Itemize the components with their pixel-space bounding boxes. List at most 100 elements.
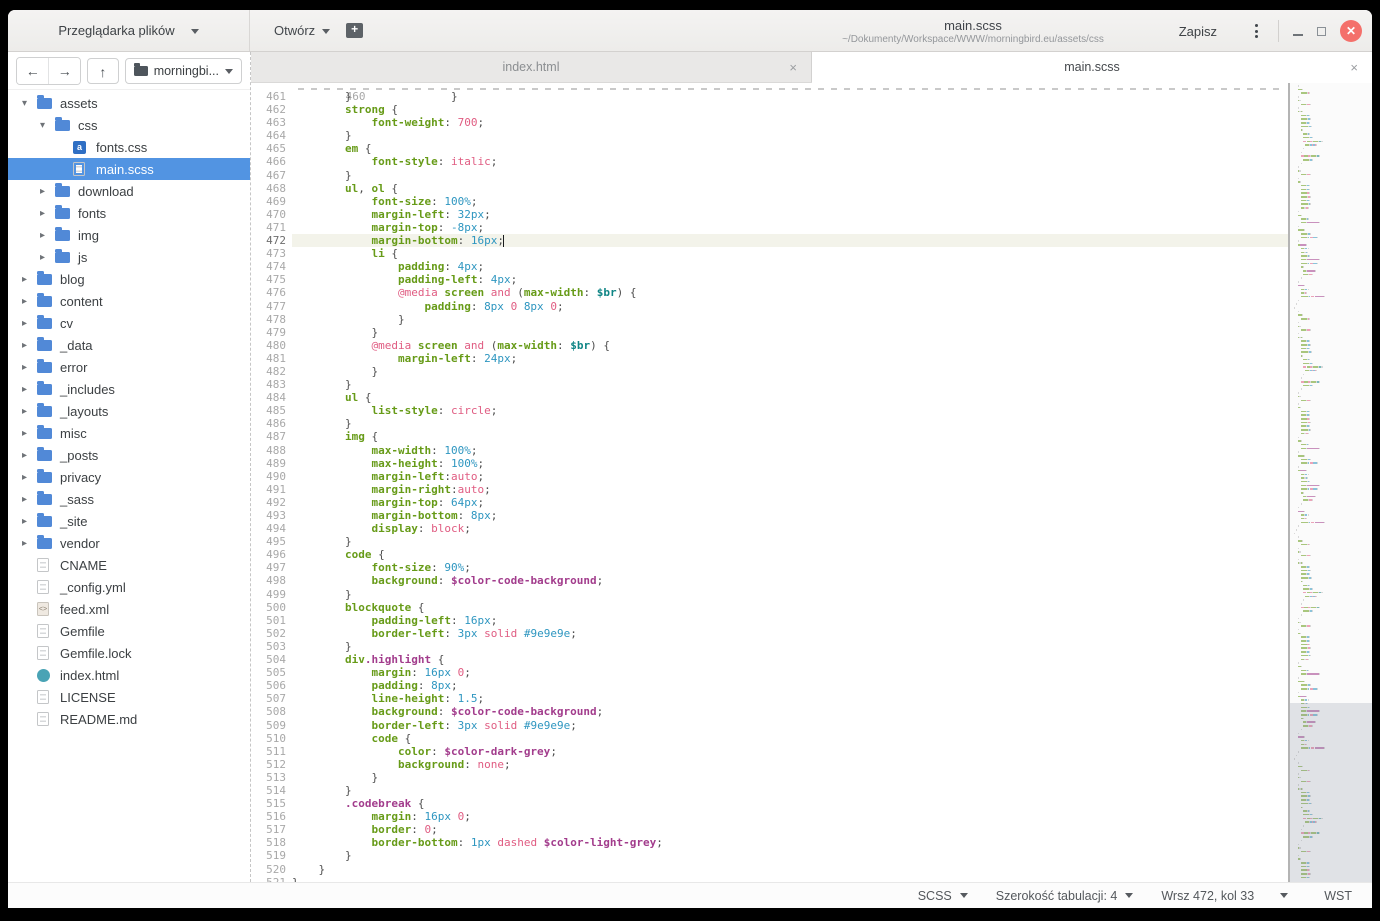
- code-line-497[interactable]: 497 font-size: 90%;: [251, 561, 1288, 574]
- cursor-position-selector[interactable]: Wrsz 472, kol 33: [1147, 889, 1314, 903]
- chevron-right-icon[interactable]: ▸: [20, 428, 37, 439]
- tree-item-LICENSE[interactable]: LICENSE: [8, 686, 250, 708]
- code-line-476[interactable]: 476 @media screen and (max-width: $br) {: [251, 286, 1288, 299]
- code-line-482[interactable]: 482 }: [251, 365, 1288, 378]
- tree-item-main.scss[interactable]: main.scss: [8, 158, 250, 180]
- code-line-461[interactable]: 461 }: [251, 90, 1288, 103]
- code-line-507[interactable]: 507 line-height: 1.5;: [251, 692, 1288, 705]
- code-line-521[interactable]: 521}: [251, 876, 1288, 882]
- chevron-right-icon[interactable]: ▸: [20, 538, 37, 549]
- code-line-472[interactable]: 472 margin-bottom: 16px;: [251, 234, 1288, 247]
- code-line-495[interactable]: 495 }: [251, 535, 1288, 548]
- tree-item-README.md[interactable]: README.md: [8, 708, 250, 730]
- tree-item-fonts.css[interactable]: afonts.css: [8, 136, 250, 158]
- tree-item-fonts[interactable]: ▸fonts: [8, 202, 250, 224]
- save-button[interactable]: Zapisz: [1179, 24, 1217, 39]
- code-line-474[interactable]: 474 padding: 4px;: [251, 260, 1288, 273]
- new-document-button[interactable]: [346, 23, 363, 38]
- tree-item-CNAME[interactable]: CNAME: [8, 554, 250, 576]
- back-button[interactable]: ←: [17, 58, 48, 84]
- code-line-502[interactable]: 502 border-left: 3px solid #9e9e9e;: [251, 627, 1288, 640]
- forward-button[interactable]: →: [48, 58, 80, 84]
- tree-item-_config.yml[interactable]: _config.yml: [8, 576, 250, 598]
- code-line-494[interactable]: 494 display: block;: [251, 522, 1288, 535]
- tree-item-privacy[interactable]: ▸privacy: [8, 466, 250, 488]
- tree-item-cv[interactable]: ▸cv: [8, 312, 250, 334]
- sidebar-mode-selector[interactable]: Przeglądarka plików: [8, 10, 250, 51]
- tab-width-selector[interactable]: Szerokość tabulacji: 4: [982, 889, 1148, 903]
- code-line-487[interactable]: 487 img {: [251, 430, 1288, 443]
- code-line-479[interactable]: 479 }: [251, 326, 1288, 339]
- chevron-right-icon[interactable]: ▸: [38, 230, 55, 241]
- chevron-right-icon[interactable]: ▸: [20, 362, 37, 373]
- tree-item-_layouts[interactable]: ▸_layouts: [8, 400, 250, 422]
- code-line-503[interactable]: 503 }: [251, 640, 1288, 653]
- chevron-right-icon[interactable]: ▸: [38, 208, 55, 219]
- code-line-506[interactable]: 506 padding: 8px;: [251, 679, 1288, 692]
- code-line-462[interactable]: 462 strong {: [251, 103, 1288, 116]
- location-dropdown[interactable]: morningbi...: [125, 58, 242, 84]
- code-line-492[interactable]: 492 margin-top: 64px;: [251, 496, 1288, 509]
- minimize-button[interactable]: [1293, 26, 1303, 36]
- code-line-509[interactable]: 509 border-left: 3px solid #9e9e9e;: [251, 719, 1288, 732]
- code-line-480[interactable]: 480 @media screen and (max-width: $br) {: [251, 339, 1288, 352]
- code-line-467[interactable]: 467 }: [251, 169, 1288, 182]
- tree-item-_data[interactable]: ▸_data: [8, 334, 250, 356]
- tree-item-js[interactable]: ▸js: [8, 246, 250, 268]
- chevron-right-icon[interactable]: ▸: [20, 494, 37, 505]
- code-line-466[interactable]: 466 font-style: italic;: [251, 155, 1288, 168]
- chevron-right-icon[interactable]: ▸: [20, 450, 37, 461]
- code-line-519[interactable]: 519 }: [251, 849, 1288, 862]
- chevron-right-icon[interactable]: ▸: [20, 340, 37, 351]
- chevron-right-icon[interactable]: ▸: [20, 296, 37, 307]
- tree-item-content[interactable]: ▸content: [8, 290, 250, 312]
- code-area[interactable]: 460 } 461 }462 strong {463 font-weight: …: [251, 83, 1288, 882]
- code-line-483[interactable]: 483 }: [251, 378, 1288, 391]
- code-line-473[interactable]: 473 li {: [251, 247, 1288, 260]
- close-tab-icon[interactable]: ×: [789, 52, 797, 82]
- code-line-485[interactable]: 485 list-style: circle;: [251, 404, 1288, 417]
- code-line-465[interactable]: 465 em {: [251, 142, 1288, 155]
- chevron-right-icon[interactable]: ▸: [20, 318, 37, 329]
- tree-item-Gemfile[interactable]: Gemfile: [8, 620, 250, 642]
- tree-item-download[interactable]: ▸download: [8, 180, 250, 202]
- close-tab-icon[interactable]: ×: [1350, 52, 1358, 82]
- tree-item-_sass[interactable]: ▸_sass: [8, 488, 250, 510]
- code-line-514[interactable]: 514 }: [251, 784, 1288, 797]
- code-line-493[interactable]: 493 margin-bottom: 8px;: [251, 509, 1288, 522]
- chevron-right-icon[interactable]: ▸: [38, 252, 55, 263]
- code-line-518[interactable]: 518 border-bottom: 1px dashed $color-lig…: [251, 836, 1288, 849]
- tree-item-_site[interactable]: ▸_site: [8, 510, 250, 532]
- tree-item-css[interactable]: ▾css: [8, 114, 250, 136]
- code-line-515[interactable]: 515 .codebreak {: [251, 797, 1288, 810]
- code-line-500[interactable]: 500 blockquote {: [251, 601, 1288, 614]
- tree-item-_posts[interactable]: ▸_posts: [8, 444, 250, 466]
- menu-button[interactable]: [1249, 20, 1264, 42]
- tree-item-img[interactable]: ▸img: [8, 224, 250, 246]
- chevron-right-icon[interactable]: ▸: [38, 186, 55, 197]
- open-button[interactable]: Otwórz: [274, 23, 330, 38]
- code-line-469[interactable]: 469 font-size: 100%;: [251, 195, 1288, 208]
- code-line-489[interactable]: 489 max-height: 100%;: [251, 457, 1288, 470]
- code-line-481[interactable]: 481 margin-left: 24px;: [251, 352, 1288, 365]
- code-line-468[interactable]: 468 ul, ol {: [251, 182, 1288, 195]
- code-line-501[interactable]: 501 padding-left: 16px;: [251, 614, 1288, 627]
- code-line-512[interactable]: 512 background: none;: [251, 758, 1288, 771]
- code-line-471[interactable]: 471 margin-top: -8px;: [251, 221, 1288, 234]
- chevron-right-icon[interactable]: ▸: [20, 274, 37, 285]
- code-line-496[interactable]: 496 code {: [251, 548, 1288, 561]
- tree-item-vendor[interactable]: ▸vendor: [8, 532, 250, 554]
- chevron-down-icon[interactable]: ▾: [20, 98, 37, 109]
- chevron-right-icon[interactable]: ▸: [20, 384, 37, 395]
- code-line-498[interactable]: 498 background: $color-code-background;: [251, 574, 1288, 587]
- code-line-478[interactable]: 478 }: [251, 313, 1288, 326]
- chevron-right-icon[interactable]: ▸: [20, 472, 37, 483]
- tree-item-Gemfile.lock[interactable]: Gemfile.lock: [8, 642, 250, 664]
- tree-item-misc[interactable]: ▸misc: [8, 422, 250, 444]
- code-line-463[interactable]: 463 font-weight: 700;: [251, 116, 1288, 129]
- chevron-right-icon[interactable]: ▸: [20, 406, 37, 417]
- code-line-464[interactable]: 464 }: [251, 129, 1288, 142]
- up-button[interactable]: ↑: [87, 58, 119, 84]
- code-line-486[interactable]: 486 }: [251, 417, 1288, 430]
- code-line-505[interactable]: 505 margin: 16px 0;: [251, 666, 1288, 679]
